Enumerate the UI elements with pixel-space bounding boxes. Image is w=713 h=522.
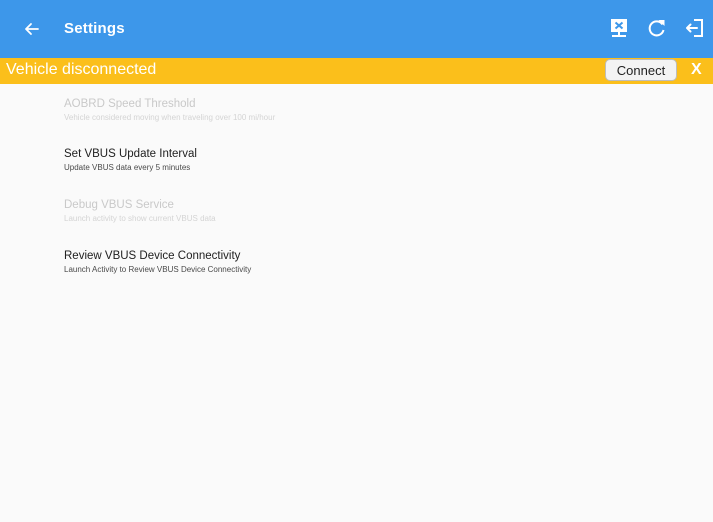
- setting-review-vbus-connectivity[interactable]: Review VBUS Device Connectivity Launch A…: [64, 250, 251, 274]
- setting-vbus-update-interval[interactable]: Set VBUS Update Interval Update VBUS dat…: [64, 148, 197, 172]
- setting-subtitle: Update VBUS data every 5 minutes: [64, 163, 191, 172]
- setting-aobrd-speed-threshold[interactable]: AOBRD Speed Threshold Vehicle considered…: [64, 98, 275, 122]
- logout-icon[interactable]: [682, 16, 706, 40]
- setting-title: Review VBUS Device Connectivity: [64, 250, 241, 262]
- setting-title: Debug VBUS Service: [64, 199, 174, 211]
- setting-subtitle: Launch activity to show current VBUS dat…: [64, 214, 216, 223]
- disconnect-device-icon[interactable]: [607, 16, 631, 40]
- connection-status-banner: Vehicle disconnected Connect X: [0, 58, 713, 84]
- refresh-icon[interactable]: [645, 16, 669, 40]
- dismiss-banner-button[interactable]: X: [691, 61, 702, 79]
- settings-screen: Settings Vehicle disconnected Connect X …: [0, 0, 713, 522]
- connect-button[interactable]: Connect: [605, 59, 677, 81]
- banner-message: Vehicle disconnected: [6, 61, 157, 78]
- back-arrow-icon[interactable]: [22, 19, 42, 39]
- setting-title: AOBRD Speed Threshold: [64, 98, 196, 110]
- setting-debug-vbus-service[interactable]: Debug VBUS Service Launch activity to sh…: [64, 199, 216, 223]
- setting-title: Set VBUS Update Interval: [64, 148, 197, 160]
- app-bar: Settings: [0, 0, 713, 58]
- page-title: Settings: [64, 20, 125, 37]
- setting-subtitle: Vehicle considered moving when traveling…: [64, 113, 276, 122]
- setting-subtitle: Launch Activity to Review VBUS Device Co…: [64, 265, 252, 274]
